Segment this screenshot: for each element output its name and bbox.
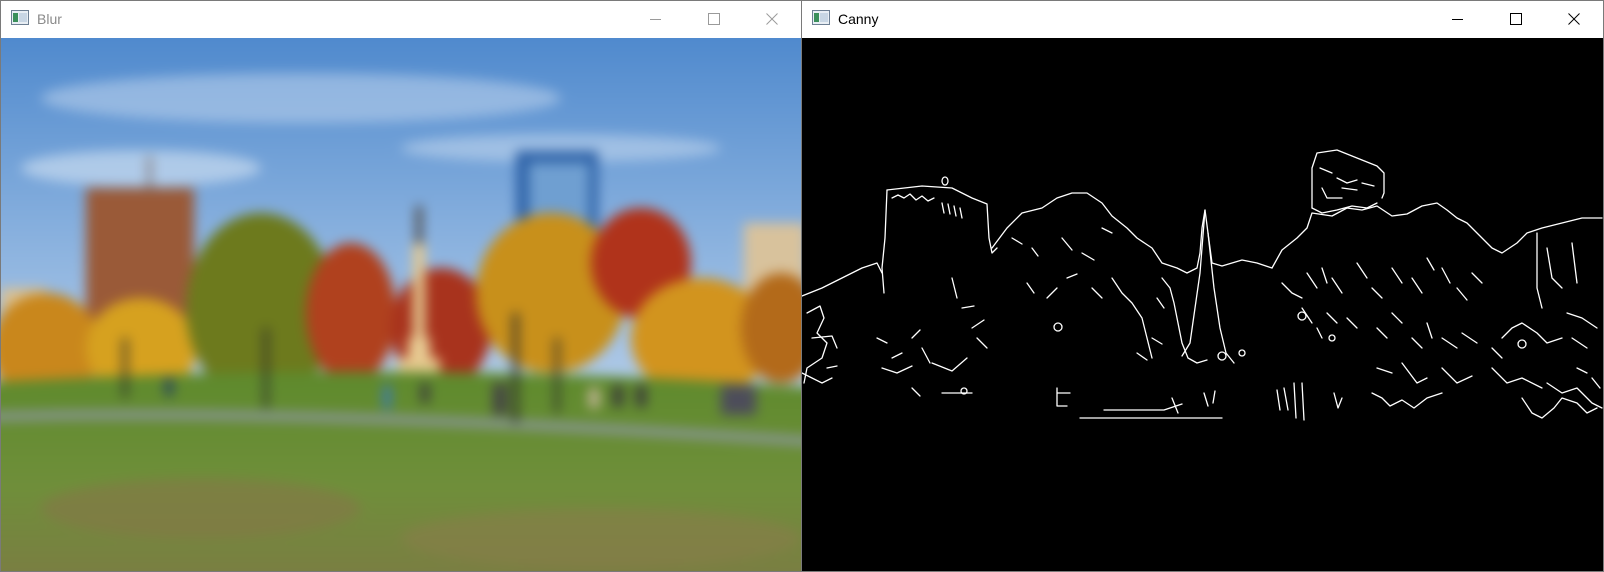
canny-edge-image [802,149,1603,421]
maximize-button[interactable] [685,1,743,37]
app-window-icon [11,10,29,25]
title-bar[interactable]: Blur [1,1,801,37]
canny-edge-canvas [802,38,1603,571]
close-icon [766,13,778,25]
window-title: Canny [838,11,879,27]
blur-window: Blur [0,0,802,572]
minimize-icon [1452,19,1463,20]
close-icon [1568,13,1580,25]
minimize-button[interactable] [627,1,685,37]
close-button[interactable] [743,1,801,37]
minimize-icon [650,19,661,20]
maximize-icon [1510,13,1522,25]
maximize-icon [708,13,720,25]
app-window-icon [812,10,830,25]
maximize-button[interactable] [1487,1,1545,37]
window-title: Blur [37,11,62,27]
blurred-park-image [1,38,801,571]
canny-window: Canny [801,0,1604,572]
minimize-button[interactable] [1429,1,1487,37]
title-bar[interactable]: Canny [802,1,1603,37]
close-button[interactable] [1545,1,1603,37]
blurred-image-canvas [1,38,801,571]
